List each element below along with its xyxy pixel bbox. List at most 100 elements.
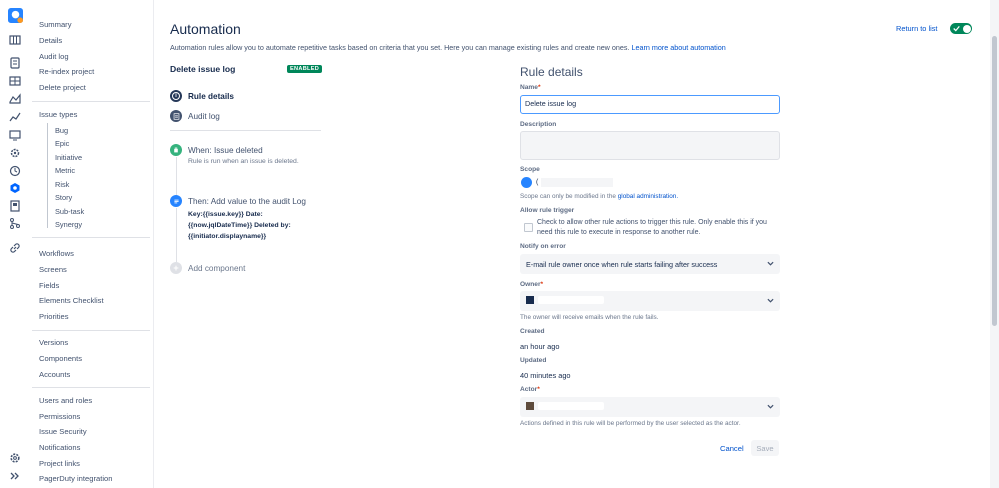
check-icon xyxy=(953,25,960,32)
project-avatar-icon xyxy=(521,177,532,188)
chevron-down-icon xyxy=(767,404,774,409)
gear-icon[interactable] xyxy=(8,451,21,464)
sidebar-item-screens[interactable]: Screens xyxy=(39,265,67,274)
rule-name-heading: Delete issue log xyxy=(170,64,236,74)
trigger-description: Rule is run when an issue is deleted. xyxy=(188,158,299,165)
issue-type-bug[interactable]: Bug xyxy=(55,126,68,135)
actor-label-text: Actor xyxy=(520,386,538,393)
board-icon[interactable] xyxy=(8,33,21,46)
tree-line xyxy=(47,123,48,228)
issue-type-metric[interactable]: Metric xyxy=(55,166,75,175)
expand-icon[interactable] xyxy=(8,469,21,482)
connector-line xyxy=(176,208,177,262)
learn-more-link[interactable]: Learn more about automation xyxy=(631,43,725,52)
releases-icon[interactable] xyxy=(8,92,21,105)
app-logo-icon[interactable] xyxy=(8,8,23,23)
global-admin-link[interactable]: global administration. xyxy=(618,193,678,200)
sidebar-item-project-links[interactable]: Project links xyxy=(39,459,80,468)
sidebar-item-versions[interactable]: Versions xyxy=(39,338,68,347)
issue-type-synergy[interactable]: Synergy xyxy=(55,220,82,229)
name-label-text: Name xyxy=(520,84,538,91)
sidebar-item-fields[interactable]: Fields xyxy=(39,281,59,290)
icon-rail xyxy=(0,0,29,488)
chart-icon[interactable] xyxy=(8,110,21,123)
info-icon: i xyxy=(170,90,182,102)
link-icon[interactable] xyxy=(8,241,21,254)
sidebar-item-workflows[interactable]: Workflows xyxy=(39,249,74,258)
sidebar-item-components[interactable]: Components xyxy=(39,354,82,363)
page-title: Automation xyxy=(170,21,241,37)
backlog-icon[interactable] xyxy=(8,56,21,69)
sidebar-item-elements-checklist[interactable]: Elements Checklist xyxy=(39,296,104,305)
connector-line xyxy=(176,157,177,195)
trigger-icon[interactable] xyxy=(170,144,182,156)
outline-divider xyxy=(170,130,321,131)
sidebar-item-details[interactable]: Details xyxy=(39,36,62,45)
action-icon[interactable] xyxy=(170,195,182,207)
scrollbar-thumb[interactable] xyxy=(992,36,997,326)
sidebar-item-pagerduty[interactable]: PagerDuty integration xyxy=(39,474,112,483)
add-component-icon[interactable]: + xyxy=(170,262,182,274)
issue-type-epic[interactable]: Epic xyxy=(55,139,69,148)
allow-trigger-checkbox[interactable] xyxy=(524,223,533,232)
nav-rule-details[interactable]: Rule details xyxy=(188,92,234,101)
action-body-line: Key:{{issue.key}} Date: xyxy=(188,211,263,218)
issue-type-initiative[interactable]: Initiative xyxy=(55,153,82,162)
rule-name-input[interactable]: Delete issue log xyxy=(520,95,780,114)
cancel-button[interactable]: Cancel xyxy=(720,444,744,453)
updated-label: Updated xyxy=(520,357,547,364)
action-body: Key:{{issue.key}} Date: {{now.jqlDateTim… xyxy=(188,209,291,242)
issue-type-story[interactable]: Story xyxy=(55,193,72,202)
add-component-button[interactable]: Add component xyxy=(188,264,245,273)
sidebar-item-priorities[interactable]: Priorities xyxy=(39,312,69,321)
bitbucket-icon[interactable] xyxy=(8,181,21,194)
actor-label: Actor* xyxy=(520,386,540,393)
save-button[interactable]: Save xyxy=(751,440,779,456)
sidebar-item-users-roles[interactable]: Users and roles xyxy=(39,396,92,405)
scrollbar-track[interactable] xyxy=(990,0,999,488)
page-description: Automation rules allow you to automate r… xyxy=(170,43,726,52)
description-text: Automation rules allow you to automate r… xyxy=(170,43,630,52)
action-title[interactable]: Then: Add value to the audit Log xyxy=(188,197,306,206)
created-value: an hour ago xyxy=(520,342,560,351)
description-textarea[interactable] xyxy=(520,131,780,160)
required-mark: * xyxy=(537,84,541,91)
pages-icon[interactable] xyxy=(8,199,21,212)
issue-type-subtask[interactable]: Sub-task xyxy=(55,207,84,216)
required-mark: * xyxy=(537,386,540,393)
actor-avatar xyxy=(526,402,534,410)
notify-select[interactable]: E-mail rule owner once when rule starts … xyxy=(520,254,780,274)
notify-label: Notify on error xyxy=(520,243,566,250)
scope-label: Scope xyxy=(520,166,540,173)
redacted-text xyxy=(538,296,604,304)
settings-icon[interactable] xyxy=(8,146,21,159)
time-icon[interactable] xyxy=(8,164,21,177)
action-body-line: {{initiator.displayname}} xyxy=(188,233,267,240)
issues-icon[interactable] xyxy=(8,128,21,141)
trigger-title[interactable]: When: Issue deleted xyxy=(188,146,263,155)
sidebar-item-permissions[interactable]: Permissions xyxy=(39,412,80,421)
scope-value: ( xyxy=(536,179,539,186)
owner-select[interactable] xyxy=(520,291,780,311)
reports-icon[interactable] xyxy=(8,74,21,87)
sidebar-item-summary[interactable]: Summary xyxy=(39,20,72,29)
return-to-list-link[interactable]: Return to list xyxy=(896,24,938,33)
owner-label-text: Owner xyxy=(520,281,541,288)
redacted-text xyxy=(541,178,613,187)
sidebar-item-reindex[interactable]: Re-index project xyxy=(39,67,94,76)
sidebar-item-issue-security[interactable]: Issue Security xyxy=(39,427,87,436)
sidebar-item-delete-project[interactable]: Delete project xyxy=(39,83,86,92)
status-badge: ENABLED xyxy=(287,65,323,73)
actor-select[interactable] xyxy=(520,397,780,417)
action-body-line: {{now.jqlDateTime}} Deleted by: xyxy=(188,222,291,229)
git-icon[interactable] xyxy=(8,216,21,229)
nav-audit-log[interactable]: Audit log xyxy=(188,112,220,121)
sidebar-item-issue-types[interactable]: Issue types xyxy=(39,110,77,119)
scope-note-text: Scope can only be modified in the xyxy=(520,193,616,200)
rule-enabled-toggle[interactable] xyxy=(950,23,972,34)
sidebar-item-accounts[interactable]: Accounts xyxy=(39,370,70,379)
project-settings-sidebar: Summary Details Audit log Re-index proje… xyxy=(28,0,154,488)
sidebar-item-audit-log[interactable]: Audit log xyxy=(39,52,69,61)
sidebar-item-notifications[interactable]: Notifications xyxy=(39,443,80,452)
issue-type-risk[interactable]: Risk xyxy=(55,180,69,189)
